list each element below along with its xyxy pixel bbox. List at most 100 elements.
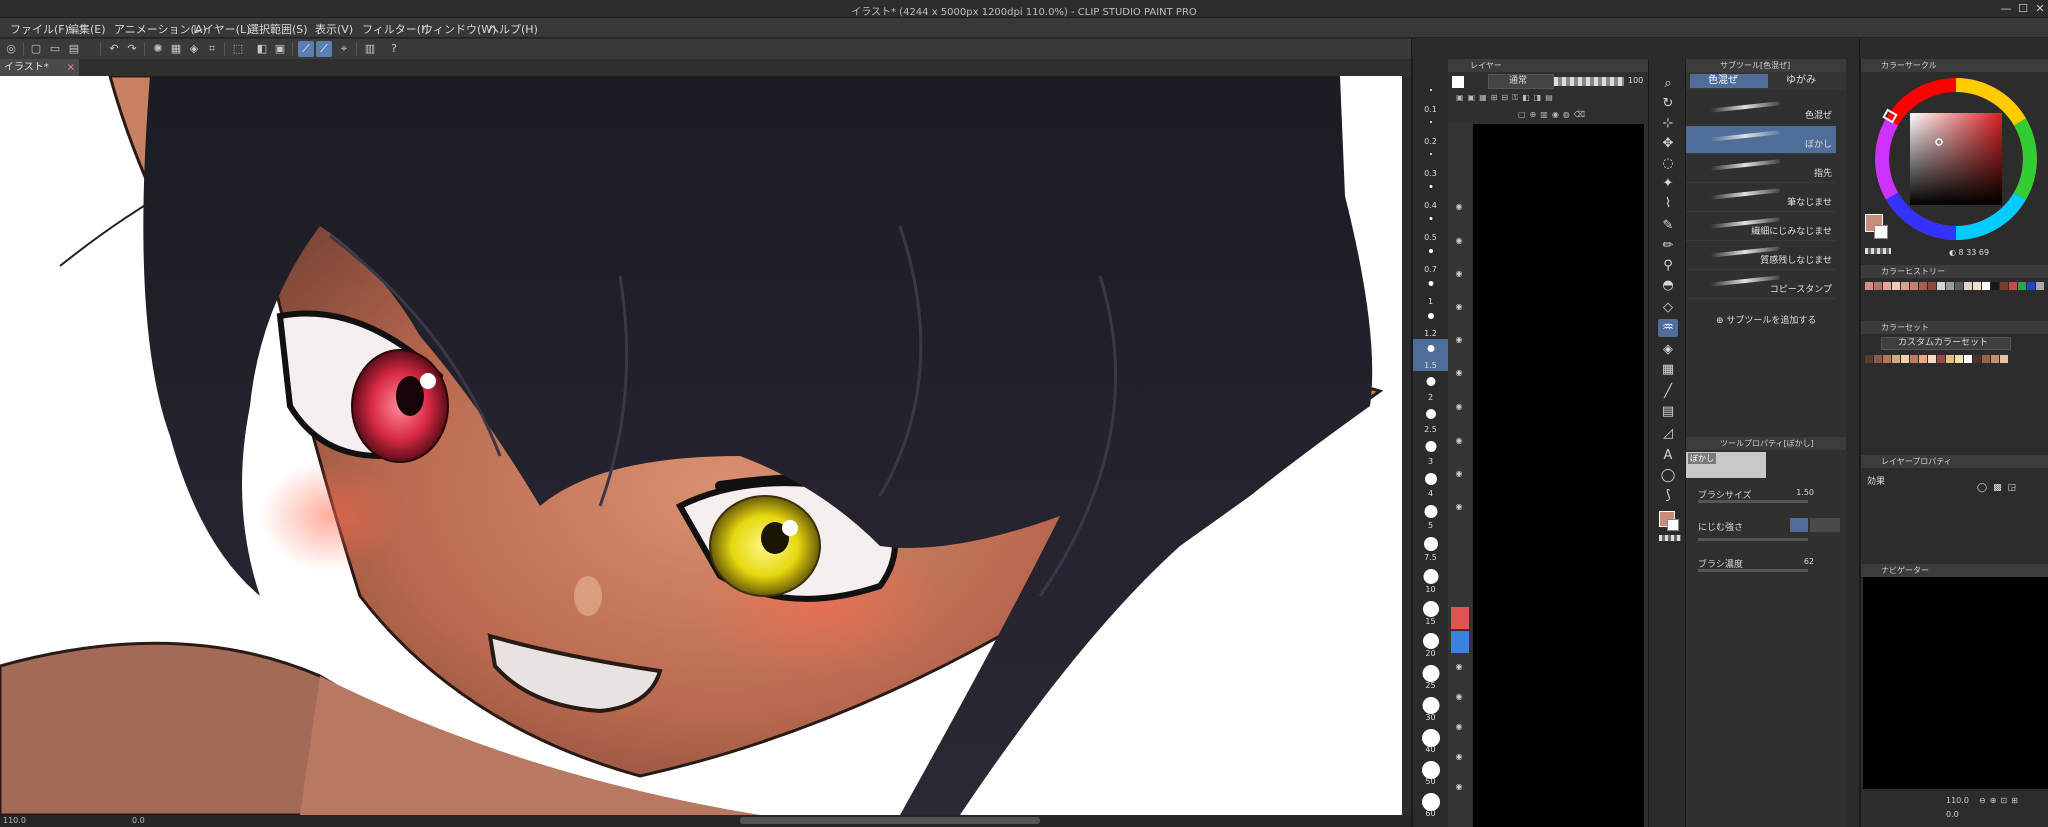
minimize-button[interactable]: — — [1998, 1, 2014, 17]
color-sub-swatch[interactable] — [1874, 225, 1888, 239]
lasso-tool-icon[interactable]: ◌ — [1658, 155, 1678, 173]
color-swatch[interactable] — [1865, 355, 1873, 363]
color-swatch[interactable] — [2000, 282, 2008, 290]
brush-size-item[interactable]: 50 — [1413, 755, 1448, 787]
brush-size-item[interactable]: 10 — [1413, 563, 1448, 595]
fill-icon[interactable]: ▦ — [168, 41, 184, 57]
eye-icon[interactable]: ◉ — [1453, 663, 1465, 671]
color-swatch[interactable] — [1973, 355, 1981, 363]
eye-icon[interactable]: ◉ — [1453, 470, 1465, 478]
navigator-preview[interactable] — [1863, 577, 2048, 789]
color-swatch[interactable] — [2018, 282, 2026, 290]
brush-size-item[interactable]: 0.7 — [1413, 243, 1448, 275]
layer-color-blue[interactable] — [1451, 631, 1469, 653]
deselect-icon[interactable]: ⬚ — [230, 41, 246, 57]
airbrush-icon[interactable]: ◓ — [1658, 277, 1678, 295]
eye-icon[interactable]: ◉ — [1453, 753, 1465, 761]
color-swatch[interactable] — [1901, 282, 1909, 290]
brush-size-item[interactable]: 2 — [1413, 371, 1448, 403]
eye-icon[interactable]: ◉ — [1453, 336, 1465, 344]
open-file-icon[interactable]: ▭ — [47, 41, 63, 57]
pencil-tool-icon[interactable]: ✏ — [1658, 237, 1678, 255]
color-wheel[interactable] — [1871, 74, 2041, 244]
color-swatch[interactable] — [1991, 355, 1999, 363]
brush-size-item[interactable]: 3 — [1413, 435, 1448, 467]
menu-view[interactable]: 表示(V) — [315, 21, 353, 37]
crop-icon[interactable]: ⌗ — [204, 41, 220, 57]
brush-size-item[interactable]: 7.5 — [1413, 531, 1448, 563]
brush-size-item[interactable]: 15 — [1413, 595, 1448, 627]
correct-line-icon[interactable]: ⟆ — [1658, 487, 1678, 505]
eye-icon[interactable]: ◉ — [1453, 783, 1465, 791]
color-swatch[interactable] — [1910, 282, 1918, 290]
layer-list[interactable] — [1473, 124, 1644, 827]
transparent-swatch[interactable] — [1865, 248, 1891, 254]
color-swatch[interactable] — [1901, 355, 1909, 363]
color-swatch[interactable] — [1955, 355, 1963, 363]
auto-select-icon[interactable]: ✦ — [1658, 175, 1678, 193]
brush-size-item[interactable]: 1.2 — [1413, 307, 1448, 339]
color-swatch[interactable] — [1973, 282, 1981, 290]
ruler-tool-icon[interactable]: ◿ — [1658, 425, 1678, 443]
figure-tool-icon[interactable]: ╱ — [1658, 383, 1678, 401]
tab-distort[interactable]: ゆがみ — [1768, 74, 1846, 88]
color-history-grid[interactable] — [1863, 280, 2045, 316]
brush-size-item[interactable]: 60 — [1413, 787, 1448, 819]
color-swatch[interactable] — [1937, 282, 1945, 290]
eye-icon[interactable]: ◉ — [1453, 369, 1465, 377]
text-tool-icon[interactable]: A — [1658, 447, 1678, 465]
menu-help[interactable]: ヘルプ(H) — [488, 21, 538, 37]
navigator-zoom-buttons[interactable]: ⊖⊕⊡⊞ — [1979, 796, 2022, 805]
eye-icon[interactable]: ◉ — [1453, 723, 1465, 731]
blend-tool-icon[interactable]: ♒ — [1658, 319, 1678, 337]
eyedropper-icon[interactable]: ⌇ — [1658, 195, 1678, 213]
menu-selection[interactable]: 選択範囲(S) — [248, 21, 308, 37]
redo-icon[interactable]: ↷ — [124, 41, 140, 57]
snap-ruler-icon[interactable]: ⟋ — [298, 41, 314, 57]
canvas-tab-close-icon[interactable]: × — [67, 59, 75, 76]
color-swatch[interactable] — [1874, 355, 1882, 363]
navigator-rotation[interactable]: 0.0 — [1946, 810, 1959, 819]
invert-selection-icon[interactable]: ◧ — [254, 41, 270, 57]
brush-size-item[interactable]: 30 — [1413, 691, 1448, 723]
tab-blend[interactable]: 色混ぜ — [1690, 74, 1768, 88]
help-icon[interactable]: ? — [386, 41, 402, 57]
eye-icon[interactable]: ◉ — [1453, 693, 1465, 701]
sub-color-swatch[interactable] — [1667, 519, 1679, 531]
save-icon[interactable]: ▤ — [66, 41, 82, 57]
gradient-tool-icon[interactable]: ▦ — [1658, 361, 1678, 379]
eraser-icon[interactable]: ◇ — [1658, 299, 1678, 317]
clear-icon[interactable]: ✺ — [150, 41, 166, 57]
zoom-tool-icon[interactable]: ⌕ — [1658, 75, 1678, 93]
snap-special-ruler-icon[interactable]: ⟋ — [316, 41, 332, 57]
brush-size-row[interactable]: ブラシサイズ 1.50 — [1686, 486, 1846, 516]
color-set-select[interactable]: カスタムカラーセット — [1881, 337, 2011, 350]
color-swatch[interactable] — [1928, 282, 1936, 290]
object-tool-icon[interactable]: ⊹ — [1658, 115, 1678, 133]
color-swatch[interactable] — [1937, 355, 1945, 363]
subtool-item[interactable]: 指先 — [1686, 155, 1836, 183]
frame-tool-icon[interactable]: ▤ — [1658, 403, 1678, 421]
color-swatch[interactable] — [1910, 355, 1918, 363]
brush-size-item[interactable]: 0.5 — [1413, 211, 1448, 243]
color-swatch[interactable] — [1946, 282, 1954, 290]
blur-strength-row[interactable]: にじむ強さ — [1686, 518, 1846, 548]
color-swatch[interactable] — [1928, 355, 1936, 363]
color-swatch[interactable] — [2000, 355, 2008, 363]
menu-window[interactable]: ウィンドウ(W) — [422, 21, 496, 37]
color-swatch[interactable] — [1964, 355, 1972, 363]
selection-border-icon[interactable]: ▣ — [272, 41, 288, 57]
eye-icon[interactable]: ◉ — [1453, 203, 1465, 211]
opacity-slider[interactable] — [1554, 77, 1624, 86]
color-swatch[interactable] — [2036, 282, 2044, 290]
eye-icon[interactable]: ◉ — [1453, 303, 1465, 311]
navigator-zoom[interactable]: 110.0 — [1946, 796, 1969, 805]
settings-icon[interactable]: ▥ — [362, 41, 378, 57]
subtool-item-selected[interactable]: ぼかし — [1686, 126, 1836, 154]
brush-size-item[interactable]: 1 — [1413, 275, 1448, 307]
brush-size-item[interactable]: 40 — [1413, 723, 1448, 755]
status-zoom[interactable]: 110.0 — [3, 816, 26, 825]
close-button[interactable]: ✕ — [2032, 1, 2048, 17]
layer-color-red[interactable] — [1451, 607, 1469, 629]
color-swatch[interactable] — [1892, 355, 1900, 363]
